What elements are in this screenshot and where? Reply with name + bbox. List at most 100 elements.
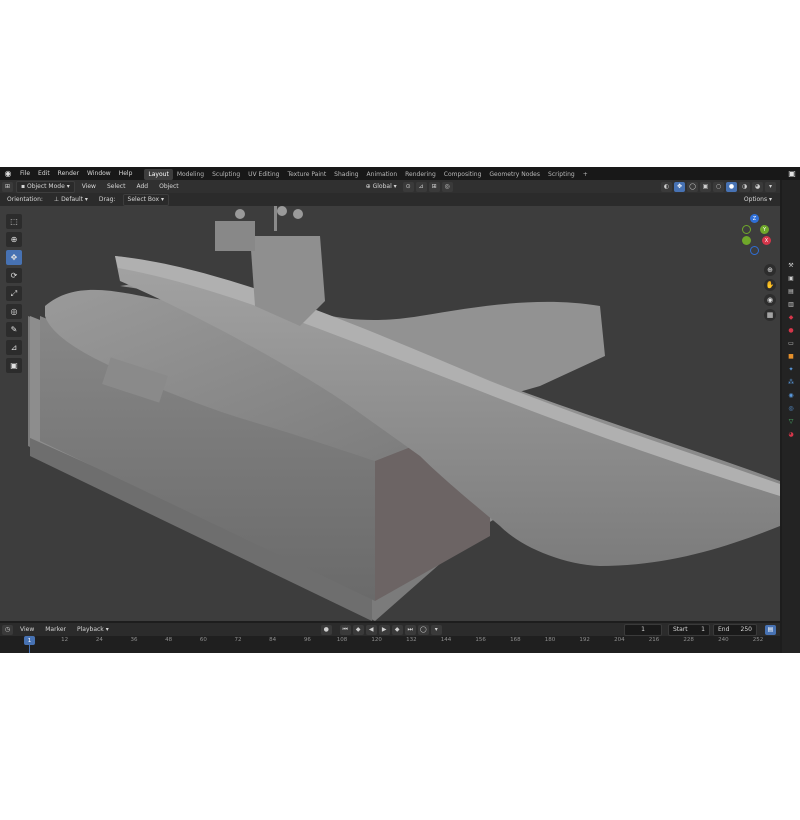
add-workspace-button[interactable]: + xyxy=(579,169,592,180)
menu-add[interactable]: Add xyxy=(132,182,152,192)
keying-set-icon[interactable]: ▾ xyxy=(430,624,442,635)
gizmo-toggle-icon[interactable]: ✥ xyxy=(674,181,685,192)
play-reverse-icon[interactable]: ◀ xyxy=(365,624,377,635)
data-properties-icon[interactable]: ▽ xyxy=(786,416,796,426)
physics-properties-icon[interactable]: ◉ xyxy=(786,390,796,400)
rendered-shading-icon[interactable]: ◕ xyxy=(752,181,763,192)
annotate-tool-icon[interactable]: ✎ xyxy=(6,322,22,337)
pivot-icon[interactable]: ⊙ xyxy=(402,181,414,192)
material-shading-icon[interactable]: ◑ xyxy=(739,181,750,192)
modifier-properties-icon[interactable]: ✦ xyxy=(786,364,796,374)
menu-view[interactable]: View xyxy=(78,182,100,192)
perspective-toggle-icon[interactable]: ▦ xyxy=(764,309,776,321)
tab-scripting[interactable]: Scripting xyxy=(544,169,579,180)
constraint-properties-icon[interactable]: ◎ xyxy=(786,403,796,413)
start-frame-field[interactable]: Start 1 xyxy=(668,623,710,636)
cursor-tool-icon[interactable]: ⊕ xyxy=(6,232,22,247)
shading-options-chevron-icon[interactable]: ▾ xyxy=(765,181,776,192)
move-tool-icon[interactable]: ✥ xyxy=(6,250,22,265)
tab-geometry-nodes[interactable]: Geometry Nodes xyxy=(485,169,544,180)
output-properties-icon[interactable]: ▤ xyxy=(786,286,796,296)
mode-dropdown[interactable]: ▪ Object Mode ▾ xyxy=(16,180,75,193)
jump-start-icon[interactable]: ⏮ xyxy=(339,624,351,635)
menu-render[interactable]: Render xyxy=(54,167,83,180)
menu-edit[interactable]: Edit xyxy=(34,167,54,180)
current-frame-field[interactable]: 1 xyxy=(624,623,662,636)
play-icon[interactable]: ▶ xyxy=(378,624,390,635)
measure-tool-icon[interactable]: ⊿ xyxy=(6,340,22,355)
zoom-icon[interactable]: ⊕ xyxy=(764,264,776,276)
scene-icon[interactable]: ▣ xyxy=(787,169,797,179)
collection-properties-icon[interactable]: ▭ xyxy=(786,338,796,348)
jump-keyframe-back-icon[interactable]: ◆ xyxy=(352,624,364,635)
timeline-options-icon[interactable]: ▤ xyxy=(765,624,776,635)
tool-properties-icon[interactable]: ⚒ xyxy=(786,260,796,270)
editor-type-icon[interactable]: ⊞ xyxy=(2,181,13,192)
tab-uv-editing[interactable]: UV Editing xyxy=(244,169,283,180)
object-properties-icon[interactable]: ■ xyxy=(786,351,796,361)
world-properties-icon[interactable]: ● xyxy=(786,325,796,335)
submarine-diorama-model[interactable] xyxy=(0,206,780,621)
gizmo-x-axis[interactable]: X xyxy=(762,236,771,245)
tab-compositing[interactable]: Compositing xyxy=(440,169,486,180)
gizmo-neg-z-axis[interactable] xyxy=(750,246,759,255)
tab-shading[interactable]: Shading xyxy=(330,169,362,180)
camera-view-icon[interactable]: ◉ xyxy=(764,294,776,306)
rotate-tool-icon[interactable]: ⟳ xyxy=(6,268,22,283)
transform-orientation-dropdown[interactable]: ⊕ Global ▾ xyxy=(362,182,401,192)
tab-layout[interactable]: Layout xyxy=(144,168,173,180)
gizmo-green-dot[interactable] xyxy=(742,236,751,245)
proportional-edit-icon[interactable]: ◎ xyxy=(441,181,453,192)
render-properties-icon[interactable]: ▣ xyxy=(786,273,796,283)
solid-shading-icon[interactable]: ● xyxy=(726,181,737,192)
menu-object[interactable]: Object xyxy=(155,182,183,192)
playhead[interactable]: 1 xyxy=(24,636,35,645)
view-layer-properties-icon[interactable]: ▥ xyxy=(786,299,796,309)
gizmo-z-axis[interactable]: Z xyxy=(750,214,759,223)
3d-viewport[interactable]: ⬚ ⊕ ✥ ⟳ ⤢ ◎ ✎ ⊿ ▣ Z Y X ⊕ ✋ ◉ ▦ xyxy=(0,206,780,621)
tab-sculpting[interactable]: Sculpting xyxy=(208,169,244,180)
timeline-ruler[interactable]: 12 24 36 48 60 72 84 96 108 120 132 144 156 168 180 192… xyxy=(0,636,780,653)
blender-logo-icon[interactable]: ◉ xyxy=(3,169,13,179)
particles-properties-icon[interactable]: ⁂ xyxy=(786,377,796,387)
snap-target-icon[interactable]: ⊞ xyxy=(428,181,440,192)
scene-properties-icon[interactable]: ◆ xyxy=(786,312,796,322)
keying-icon[interactable]: ◯ xyxy=(417,624,429,635)
navigation-gizmo[interactable]: Z Y X xyxy=(738,214,778,258)
properties-tab-strip: ⚒ ▣ ▤ ▥ ◆ ● ▭ ■ ✦ ⁂ ◉ ◎ ▽ ◕ xyxy=(782,180,800,653)
tab-texture-paint[interactable]: Texture Paint xyxy=(283,169,330,180)
jump-keyframe-forward-icon[interactable]: ◆ xyxy=(391,624,403,635)
select-box-tool-icon[interactable]: ⬚ xyxy=(6,214,22,229)
menu-select[interactable]: Select xyxy=(103,182,130,192)
transform-tool-icon[interactable]: ◎ xyxy=(6,304,22,319)
scale-tool-icon[interactable]: ⤢ xyxy=(6,286,22,301)
end-frame-field[interactable]: End 250 xyxy=(713,623,757,636)
gizmo-y-axis[interactable]: Y xyxy=(760,225,769,234)
orientation-value: Default xyxy=(61,195,83,203)
tab-rendering[interactable]: Rendering xyxy=(401,169,440,180)
add-cube-tool-icon[interactable]: ▣ xyxy=(6,358,22,373)
menu-file[interactable]: File xyxy=(16,167,34,180)
tab-animation[interactable]: Animation xyxy=(363,169,402,180)
timeline-menu-marker[interactable]: Marker xyxy=(41,625,70,635)
drag-dropdown[interactable]: Select Box ▾ xyxy=(122,193,170,206)
overlay-icon[interactable]: ◯ xyxy=(687,181,698,192)
gizmo-neg-y-axis[interactable] xyxy=(742,225,751,234)
record-icon[interactable]: ● xyxy=(320,624,332,635)
options-dropdown[interactable]: Options ▾ xyxy=(740,195,776,205)
jump-end-icon[interactable]: ⏭ xyxy=(404,624,416,635)
xray-icon[interactable]: ▣ xyxy=(700,181,711,192)
snap-icon[interactable]: ⊿ xyxy=(415,181,427,192)
menu-help[interactable]: Help xyxy=(115,167,137,180)
wireframe-shading-icon[interactable]: ○ xyxy=(713,181,724,192)
pan-hand-icon[interactable]: ✋ xyxy=(764,279,776,291)
menu-window[interactable]: Window xyxy=(83,167,115,180)
timeline-menu-playback[interactable]: Playback ▾ xyxy=(73,625,113,635)
timeline-menu-view[interactable]: View xyxy=(16,625,38,635)
timeline-editor-icon[interactable]: ◷ xyxy=(2,624,13,635)
tab-modeling[interactable]: Modeling xyxy=(173,169,208,180)
orientation-dropdown[interactable]: ⊥ Default ▾ xyxy=(50,195,92,205)
material-properties-icon[interactable]: ◕ xyxy=(786,429,796,439)
visibility-icon[interactable]: ◐ xyxy=(661,181,672,192)
orientation-label: Orientation: xyxy=(7,195,43,203)
